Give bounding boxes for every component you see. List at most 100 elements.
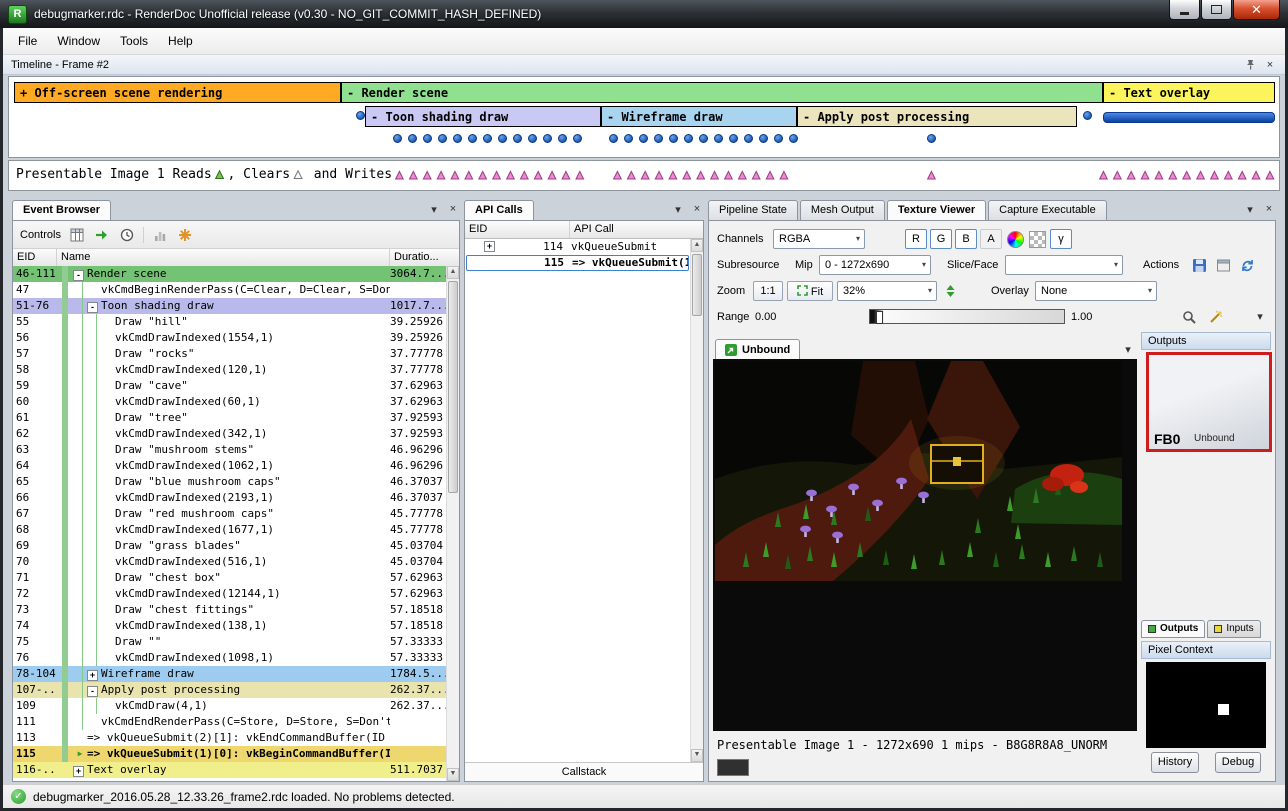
callstack-footer[interactable]: Callstack: [465, 762, 703, 781]
range-slider[interactable]: [869, 309, 1065, 324]
menu-item-tools[interactable]: Tools: [110, 29, 158, 53]
panel-menu-icon[interactable]: ▾: [427, 202, 441, 216]
event-row[interactable]: 115▶=> vkQueueSubmit(1)[0]: vkBeginComma…: [13, 746, 446, 762]
event-row[interactable]: 113=> vkQueueSubmit(2)[1]: vkEndCommandB…: [13, 730, 446, 746]
event-row[interactable]: 62vkCmdDrawIndexed(342,1)37.92593: [13, 426, 446, 442]
event-row[interactable]: 109vkCmdDraw(4,1)262.37...: [13, 698, 446, 714]
expander[interactable]: -: [87, 302, 98, 313]
debug-button[interactable]: Debug: [1215, 752, 1261, 773]
column-header-api-call[interactable]: API Call: [570, 221, 703, 238]
tab-capture-executable[interactable]: Capture Executable: [988, 200, 1107, 220]
event-row[interactable]: 60vkCmdDrawIndexed(60,1)37.62963: [13, 394, 446, 410]
marker-toon-shading[interactable]: - Toon shading draw: [365, 106, 601, 127]
wireframe-draw-dots[interactable]: [609, 134, 798, 143]
close-button[interactable]: ✕: [1233, 0, 1280, 20]
write-triangle-group[interactable]: [925, 168, 938, 182]
channels-select[interactable]: RGBA: [773, 229, 865, 249]
column-header-eid[interactable]: EID: [13, 249, 57, 266]
event-row[interactable]: 65Draw "blue mushroom caps"46.37037: [13, 474, 446, 490]
expander[interactable]: -: [87, 686, 98, 697]
event-row[interactable]: 55Draw "hill"39.25926: [13, 314, 446, 330]
event-row[interactable]: 64vkCmdDrawIndexed(1062,1)46.96296: [13, 458, 446, 474]
save-texture-icon[interactable]: [1189, 255, 1209, 275]
event-row[interactable]: 66vkCmdDrawIndexed(2193,1)46.37037: [13, 490, 446, 506]
range-slider-handle[interactable]: [876, 311, 883, 324]
mip-select[interactable]: 0 - 1272x690: [819, 255, 931, 275]
outputs-tab[interactable]: Outputs: [1141, 620, 1205, 638]
event-row[interactable]: 69Draw "grass blades"45.03704: [13, 538, 446, 554]
scroll-down-arrow[interactable]: ▼: [447, 768, 459, 781]
event-row[interactable]: 61Draw "tree"37.92593: [13, 410, 446, 426]
event-row[interactable]: 46-111-Render scene3064.7...: [13, 266, 446, 282]
pixel-context-canvas[interactable]: [1146, 662, 1266, 748]
checkerboard-icon[interactable]: [1027, 229, 1047, 249]
event-row[interactable]: 78-104+Wireframe draw1784.5...: [13, 666, 446, 682]
marker-offscreen-rendering[interactable]: + Off-screen scene rendering: [14, 82, 341, 103]
gamma-toggle[interactable]: γ: [1050, 229, 1072, 249]
event-row[interactable]: 47vkCmdBeginRenderPass(C=Clear, D=Clear,…: [13, 282, 446, 298]
menu-item-file[interactable]: File: [8, 29, 47, 53]
column-header-eid[interactable]: EID: [465, 221, 570, 238]
tab-pipeline-state[interactable]: Pipeline State: [708, 200, 798, 220]
tab-mesh-output[interactable]: Mesh Output: [800, 200, 885, 220]
draw-dot[interactable]: [1083, 111, 1092, 120]
resource-usage-strip[interactable]: Presentable Image 1 Reads, Clears and Wr…: [8, 160, 1280, 191]
channel-b-toggle[interactable]: B: [955, 229, 977, 249]
channel-r-toggle[interactable]: R: [905, 229, 927, 249]
api-call-row[interactable]: + 114 vkQueueSubmit: [466, 239, 689, 255]
tab-api-calls[interactable]: API Calls: [464, 200, 534, 220]
scroll-up-arrow[interactable]: ▲: [447, 266, 459, 279]
toon-draw-dots[interactable]: [393, 134, 582, 143]
event-row[interactable]: 71Draw "chest box"57.62963: [13, 570, 446, 586]
texture-tab-unbound[interactable]: Unbound: [715, 339, 800, 360]
history-button[interactable]: History: [1151, 752, 1199, 773]
autofit-wand-icon[interactable]: [1205, 307, 1225, 327]
write-triangle-group[interactable]: [611, 168, 790, 182]
panel-close-icon[interactable]: ×: [1262, 202, 1276, 216]
menu-item-window[interactable]: Window: [47, 29, 110, 53]
goto-resource-icon[interactable]: [1237, 255, 1257, 275]
column-header-duration[interactable]: Duratio...: [390, 249, 459, 266]
channel-g-toggle[interactable]: G: [930, 229, 952, 249]
event-row[interactable]: 73Draw "chest fittings"57.18518: [13, 602, 446, 618]
api-calls-scrollbar[interactable]: ▲ ▼: [690, 239, 703, 762]
fb0-thumbnail[interactable]: FB0 Unbound: [1146, 352, 1272, 452]
scroll-thumb[interactable]: [692, 254, 702, 316]
statistics-icon[interactable]: [151, 226, 169, 244]
minimize-button[interactable]: [1169, 0, 1200, 20]
panel-close-icon[interactable]: ×: [446, 202, 460, 216]
event-row[interactable]: 76vkCmdDrawIndexed(1098,1)57.33333: [13, 650, 446, 666]
pin-icon[interactable]: [1243, 58, 1257, 72]
api-call-row-selected[interactable]: 115 => vkQueueSubmit(1)[...: [466, 255, 689, 271]
post-draw-dot[interactable]: [927, 134, 936, 143]
marker-text-overlay[interactable]: - Text overlay: [1103, 82, 1275, 103]
bookmark-icon[interactable]: [176, 226, 194, 244]
zoom-percent-input[interactable]: 32%: [837, 281, 937, 301]
panel-close-icon[interactable]: ×: [690, 202, 704, 216]
event-row[interactable]: 74vkCmdDrawIndexed(138,1)57.18518: [13, 618, 446, 634]
event-row[interactable]: 111vkCmdEndRenderPass(C=Store, D=Store, …: [13, 714, 446, 730]
event-row[interactable]: 59Draw "cave"37.62963: [13, 378, 446, 394]
event-row[interactable]: 75Draw ""57.33333: [13, 634, 446, 650]
event-row[interactable]: 51-76-Toon shading draw1017.7...: [13, 298, 446, 314]
select-columns-icon[interactable]: [68, 226, 86, 244]
zoom-range-icon[interactable]: [1179, 307, 1199, 327]
event-browser-scrollbar[interactable]: ▲ ▼: [446, 266, 459, 781]
column-header-name[interactable]: Name: [57, 249, 390, 266]
texture-list-chevron-icon[interactable]: ▾: [1121, 342, 1135, 356]
timeline-body[interactable]: + Off-screen scene rendering - Render sc…: [8, 76, 1280, 158]
event-row[interactable]: 68vkCmdDrawIndexed(1677,1)45.77778: [13, 522, 446, 538]
open-new-window-icon[interactable]: [1213, 255, 1233, 275]
event-row[interactable]: 67Draw "red mushroom caps"45.77778: [13, 506, 446, 522]
marker-wireframe[interactable]: - Wireframe draw: [601, 106, 797, 127]
expander[interactable]: +: [87, 670, 98, 681]
event-row[interactable]: 107-...-Apply post processing262.37...: [13, 682, 446, 698]
draw-dot[interactable]: [356, 111, 365, 120]
toolbar-overflow-icon[interactable]: ▾: [1253, 309, 1267, 323]
time-durations-icon[interactable]: [118, 226, 136, 244]
panel-menu-icon[interactable]: ▾: [671, 202, 685, 216]
event-row[interactable]: 63Draw "mushroom stems"46.96296: [13, 442, 446, 458]
write-triangle-group[interactable]: [393, 168, 586, 182]
goto-eid-icon[interactable]: [93, 226, 111, 244]
menu-item-help[interactable]: Help: [158, 29, 203, 53]
